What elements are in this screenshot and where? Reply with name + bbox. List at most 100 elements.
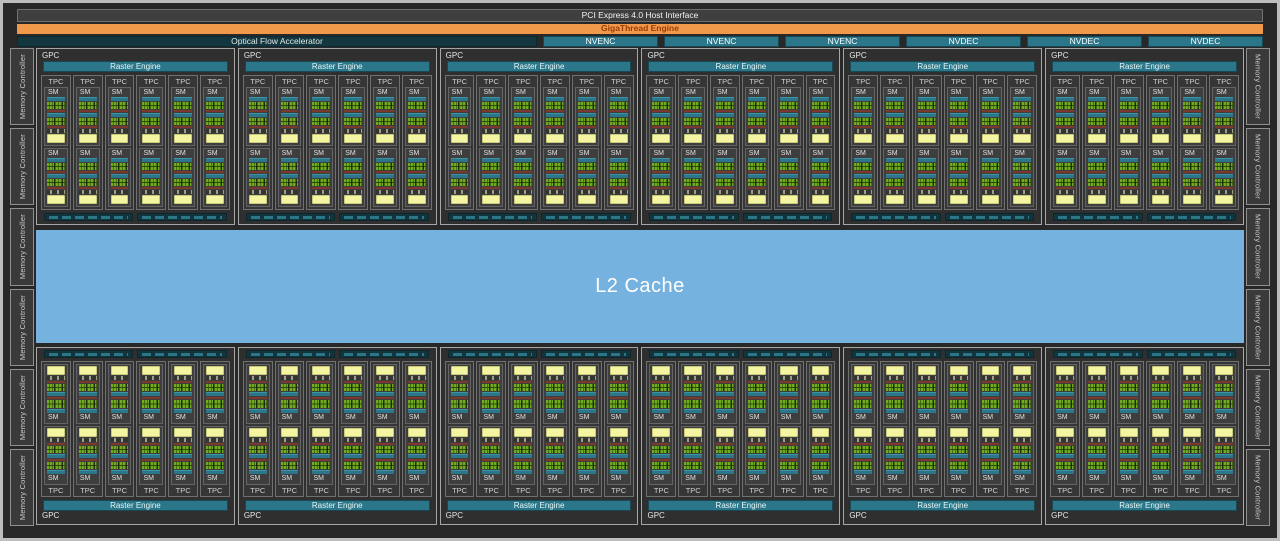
sm-box: SM	[203, 425, 227, 485]
sm-texture-units	[1119, 376, 1138, 380]
sm-scheduler-bar	[917, 113, 936, 117]
tpc-row: SM SM TPC SM SM TPC SM SM TPC SM SM TPC SM SM TPC SM SM T…	[444, 361, 634, 497]
sm-separator-bar	[248, 442, 267, 445]
sm-box: SM	[1010, 364, 1035, 424]
sm-scheduler-bar	[811, 174, 830, 178]
sm-box: SM	[75, 87, 100, 146]
sm-texture-units	[1087, 129, 1106, 133]
sm-texture-units	[312, 376, 331, 380]
rop-partition-bar	[44, 213, 134, 221]
sm-label: SM	[281, 150, 293, 157]
sm-separator-bar	[1087, 458, 1106, 461]
sm-cache-bar	[1087, 427, 1106, 437]
sm-cache-bar	[514, 366, 533, 375]
sm-label: SM	[483, 413, 494, 421]
sm-cache-bar	[854, 134, 873, 143]
sm-scheduler-bar	[514, 97, 533, 101]
sm-label: SM	[345, 475, 356, 482]
sm-scheduler-bar	[248, 158, 267, 162]
tpc-label: TPC	[250, 77, 266, 86]
sm-core-grid	[1056, 400, 1074, 408]
sm-scheduler-bar	[1183, 408, 1202, 413]
sm-label: SM	[812, 150, 824, 157]
sm-scheduler-bar	[248, 392, 267, 397]
sm-scheduler-bar	[652, 453, 671, 458]
sm-core-grid	[917, 445, 936, 453]
sm-scheduler-bar	[1087, 470, 1106, 474]
sm-scheduler-bar	[482, 158, 501, 162]
tpc-box: TPC SM SM	[848, 75, 879, 210]
sm-separator-bar	[886, 187, 904, 189]
sm-label: SM	[780, 475, 792, 482]
sm-separator-bar	[78, 381, 97, 383]
sm-core-grid	[482, 461, 501, 469]
sm-label: SM	[345, 89, 356, 96]
sm-separator-bar	[1151, 110, 1170, 112]
sm-separator-bar	[577, 458, 596, 461]
sm-texture-units	[514, 129, 533, 133]
sm-label: SM	[175, 413, 186, 421]
sm-box: SM	[914, 87, 939, 146]
sm-core-grid	[811, 163, 830, 170]
memory-controller-label: Memory Controller	[17, 54, 27, 120]
sm-separator-bar	[514, 442, 533, 445]
sm-core-grid	[1056, 445, 1074, 453]
sm-separator-bar	[716, 126, 734, 128]
sm-core-grid	[1013, 400, 1032, 408]
sm-core-grid	[482, 118, 501, 125]
sm-separator-bar	[747, 458, 766, 461]
sm-label: SM	[313, 475, 324, 482]
sm-separator-bar	[1087, 171, 1106, 173]
sm-box: SM	[543, 425, 567, 485]
sm-label: SM	[812, 413, 824, 421]
sm-separator-bar	[1119, 126, 1138, 128]
sm-cache-bar	[716, 427, 734, 437]
sm-core-grid	[1151, 102, 1170, 109]
sm-core-grid	[779, 118, 798, 125]
sm-separator-bar	[47, 110, 65, 112]
sm-core-grid	[110, 445, 129, 453]
sm-cache-bar	[811, 134, 830, 143]
tpc-box: TPC SM SM	[1113, 75, 1144, 210]
tpc-box: SM SM TPC	[571, 361, 602, 497]
tpc-row: TPC SM SM TPC SM SM TPC SM SM TPC SM SM TPC SM SM TPC SM…	[242, 75, 432, 210]
sm-core-grid	[407, 445, 426, 453]
sm-label: SM	[1120, 413, 1132, 421]
sm-core-grid	[174, 461, 193, 469]
sm-separator-bar	[312, 126, 331, 128]
sm-cache-bar	[174, 134, 193, 143]
sm-box: SM	[373, 425, 397, 485]
sm-separator-bar	[248, 397, 267, 400]
sm-separator-bar	[1013, 171, 1032, 173]
l2-cache-block: L2 Cache	[36, 230, 1244, 343]
sm-cache-bar	[1013, 134, 1032, 143]
sm-separator-bar	[1119, 381, 1138, 383]
sm-label: SM	[79, 150, 91, 157]
sm-box: SM	[978, 425, 1003, 485]
sm-core-grid	[886, 461, 904, 469]
sm-core-grid	[407, 118, 426, 125]
tpc-box: SM SM TPC	[1050, 361, 1080, 497]
rop-partition-bar	[1053, 350, 1143, 358]
sm-separator-bar	[684, 458, 703, 461]
sm-core-grid	[1215, 445, 1234, 453]
sm-label: SM	[578, 413, 590, 421]
sm-label: SM	[1152, 475, 1164, 482]
sm-label: SM	[748, 413, 760, 421]
sm-separator-bar	[78, 187, 97, 189]
sm-scheduler-bar	[854, 97, 873, 101]
sm-core-grid	[917, 384, 936, 392]
sm-core-grid	[652, 400, 671, 408]
sm-separator-bar	[1013, 397, 1032, 400]
sm-scheduler-bar	[1013, 113, 1032, 117]
sm-separator-bar	[344, 442, 363, 445]
sm-scheduler-bar	[779, 408, 798, 413]
gpc-label: GPC	[445, 511, 463, 520]
sm-separator-bar	[482, 442, 501, 445]
sm-core-grid	[248, 179, 267, 186]
sm-separator-bar	[779, 171, 798, 173]
sm-cache-bar	[1119, 134, 1138, 143]
sm-scheduler-bar	[280, 174, 299, 178]
sm-core-grid	[1056, 461, 1074, 469]
sm-box: SM	[808, 148, 833, 207]
